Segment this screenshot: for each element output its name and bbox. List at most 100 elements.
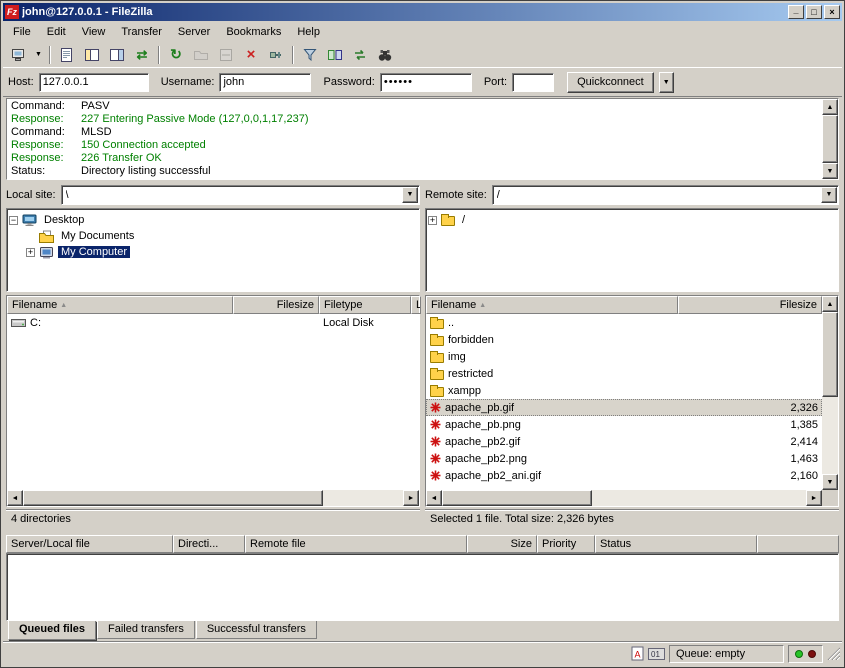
scrollbar-track[interactable] bbox=[23, 490, 403, 506]
log-scrollbar[interactable]: ▲ ▼ bbox=[822, 99, 838, 179]
expand-toggle-icon[interactable]: + bbox=[26, 248, 35, 257]
scroll-up-icon[interactable]: ▲ bbox=[822, 296, 838, 312]
scrollbar-track[interactable] bbox=[442, 490, 806, 506]
binary-indicator-icon[interactable]: 01 bbox=[648, 648, 665, 660]
folder-icon bbox=[430, 336, 444, 346]
toggle-message-log-button[interactable] bbox=[55, 44, 79, 66]
filter-button[interactable] bbox=[298, 44, 322, 66]
cancel-button[interactable]: × bbox=[239, 44, 263, 66]
refresh-button[interactable]: ↻ bbox=[164, 44, 188, 66]
scroll-down-icon[interactable]: ▼ bbox=[822, 163, 838, 179]
remote-file-row[interactable]: apache_pb2_ani.gif 2,160 bbox=[426, 467, 822, 484]
scrollbar-thumb[interactable] bbox=[822, 115, 838, 163]
column-header-direction[interactable]: Directi... bbox=[173, 535, 245, 553]
tab-queued-files[interactable]: Queued files bbox=[8, 621, 96, 640]
scrollbar-thumb[interactable] bbox=[442, 490, 592, 506]
remote-list-body: .. forbidden img bbox=[426, 314, 822, 490]
scrollbar-thumb[interactable] bbox=[23, 490, 323, 506]
site-manager-button[interactable] bbox=[7, 44, 31, 66]
scrollbar-track[interactable] bbox=[822, 312, 838, 474]
maximize-button[interactable]: □ bbox=[806, 5, 822, 19]
toggle-local-tree-button[interactable] bbox=[80, 44, 104, 66]
remote-file-row[interactable]: forbidden bbox=[426, 331, 822, 348]
directory-comparison-button[interactable] bbox=[323, 44, 347, 66]
scroll-left-icon[interactable]: ◄ bbox=[426, 490, 442, 506]
column-header-remote-file[interactable]: Remote file bbox=[245, 535, 467, 553]
remote-site-dropdown-button[interactable]: ▼ bbox=[821, 187, 837, 203]
chevron-down-icon: ▼ bbox=[407, 191, 414, 198]
menu-help[interactable]: Help bbox=[289, 23, 328, 41]
remote-file-row[interactable]: apache_pb.png 1,385 bbox=[426, 416, 822, 433]
column-header-priority[interactable]: Priority bbox=[537, 535, 595, 553]
username-input[interactable] bbox=[219, 73, 311, 92]
tree-item-root[interactable]: + / bbox=[428, 212, 836, 228]
column-header-status[interactable]: Status bbox=[595, 535, 757, 553]
log-line: Command:MLSD bbox=[7, 126, 822, 139]
open-directory-button[interactable] bbox=[189, 44, 213, 66]
column-header-filesize[interactable]: Filesize bbox=[233, 296, 319, 314]
scroll-down-icon[interactable]: ▼ bbox=[822, 474, 838, 490]
menu-bookmarks[interactable]: Bookmarks bbox=[218, 23, 289, 41]
host-input[interactable] bbox=[39, 73, 149, 92]
queue-body[interactable] bbox=[6, 553, 839, 621]
scroll-up-icon[interactable]: ▲ bbox=[822, 99, 838, 115]
scroll-right-icon[interactable]: ► bbox=[806, 490, 822, 506]
local-horizontal-scrollbar[interactable]: ◄ ► bbox=[7, 490, 419, 506]
ascii-transfer-type-icon[interactable]: A bbox=[631, 646, 644, 661]
close-button[interactable]: × bbox=[824, 5, 840, 19]
find-files-button[interactable] bbox=[373, 44, 397, 66]
tree-item-my-computer[interactable]: + My Computer bbox=[9, 244, 417, 260]
disconnect-button[interactable] bbox=[264, 44, 288, 66]
cancel-icon: × bbox=[247, 46, 256, 63]
column-header-server-local-file[interactable]: Server/Local file bbox=[6, 535, 173, 553]
scroll-right-icon[interactable]: ► bbox=[403, 490, 419, 506]
column-header-filetype[interactable]: Filetype bbox=[319, 296, 411, 314]
remote-horizontal-scrollbar[interactable]: ◄ ► bbox=[426, 490, 822, 506]
resize-grip[interactable] bbox=[827, 647, 840, 660]
remote-site-combo[interactable]: / ▼ bbox=[492, 185, 839, 205]
scrollbar-thumb[interactable] bbox=[822, 312, 838, 397]
password-input[interactable] bbox=[380, 73, 472, 92]
remote-file-row[interactable]: apache_pb2.gif 2,414 bbox=[426, 433, 822, 450]
remote-file-row[interactable]: img bbox=[426, 348, 822, 365]
menu-edit[interactable]: Edit bbox=[39, 23, 74, 41]
synchronized-browsing-button[interactable] bbox=[348, 44, 372, 66]
window-controls: _ □ × bbox=[788, 5, 840, 19]
remote-file-row[interactable]: apache_pb2.png 1,463 bbox=[426, 450, 822, 467]
toggle-remote-tree-button[interactable] bbox=[105, 44, 129, 66]
scrollbar-track[interactable] bbox=[822, 115, 838, 163]
menu-transfer[interactable]: Transfer bbox=[113, 23, 170, 41]
file-name: img bbox=[448, 351, 466, 363]
menu-view[interactable]: View bbox=[74, 23, 114, 41]
remote-file-row[interactable]: restricted bbox=[426, 365, 822, 382]
local-site-dropdown-button[interactable]: ▼ bbox=[402, 187, 418, 203]
site-manager-dropdown-button[interactable]: ▼ bbox=[32, 44, 45, 66]
tree-item-desktop[interactable]: − Desktop bbox=[9, 212, 417, 228]
toggle-transfer-queue-button[interactable]: ⇄ bbox=[130, 44, 154, 66]
column-header-filename[interactable]: Filename▲ bbox=[426, 296, 678, 314]
remote-file-row[interactable]: .. bbox=[426, 314, 822, 331]
collapse-toggle-icon[interactable]: − bbox=[9, 216, 18, 225]
column-header-filesize[interactable]: Filesize bbox=[678, 296, 822, 314]
remote-file-row-selected[interactable]: apache_pb.gif 2,326 bbox=[426, 399, 822, 416]
menu-file[interactable]: File bbox=[5, 23, 39, 41]
tab-failed-transfers[interactable]: Failed transfers bbox=[97, 621, 195, 639]
expand-toggle-icon[interactable]: + bbox=[428, 216, 437, 225]
tree-item-my-documents[interactable]: My Documents bbox=[9, 228, 417, 244]
column-header-size[interactable]: Size bbox=[467, 535, 537, 553]
quickconnect-dropdown-button[interactable]: ▼ bbox=[659, 72, 674, 93]
menu-server[interactable]: Server bbox=[170, 23, 218, 41]
local-site-combo[interactable]: \ ▼ bbox=[61, 185, 420, 205]
column-header-lastmodified[interactable]: L bbox=[411, 296, 421, 314]
port-input[interactable] bbox=[512, 73, 554, 92]
tab-successful-transfers[interactable]: Successful transfers bbox=[196, 621, 317, 639]
quickconnect-button[interactable]: Quickconnect bbox=[567, 72, 654, 93]
titlebar[interactable]: Fz john@127.0.0.1 - FileZilla _ □ × bbox=[3, 3, 842, 21]
remote-vertical-scrollbar[interactable]: ▲ ▼ bbox=[822, 296, 838, 490]
show-hidden-button[interactable] bbox=[214, 44, 238, 66]
minimize-button[interactable]: _ bbox=[788, 5, 804, 19]
remote-file-row[interactable]: xampp bbox=[426, 382, 822, 399]
scroll-left-icon[interactable]: ◄ bbox=[7, 490, 23, 506]
local-file-row[interactable]: C: Local Disk bbox=[7, 314, 419, 331]
column-header-filename[interactable]: Filename▲ bbox=[7, 296, 233, 314]
